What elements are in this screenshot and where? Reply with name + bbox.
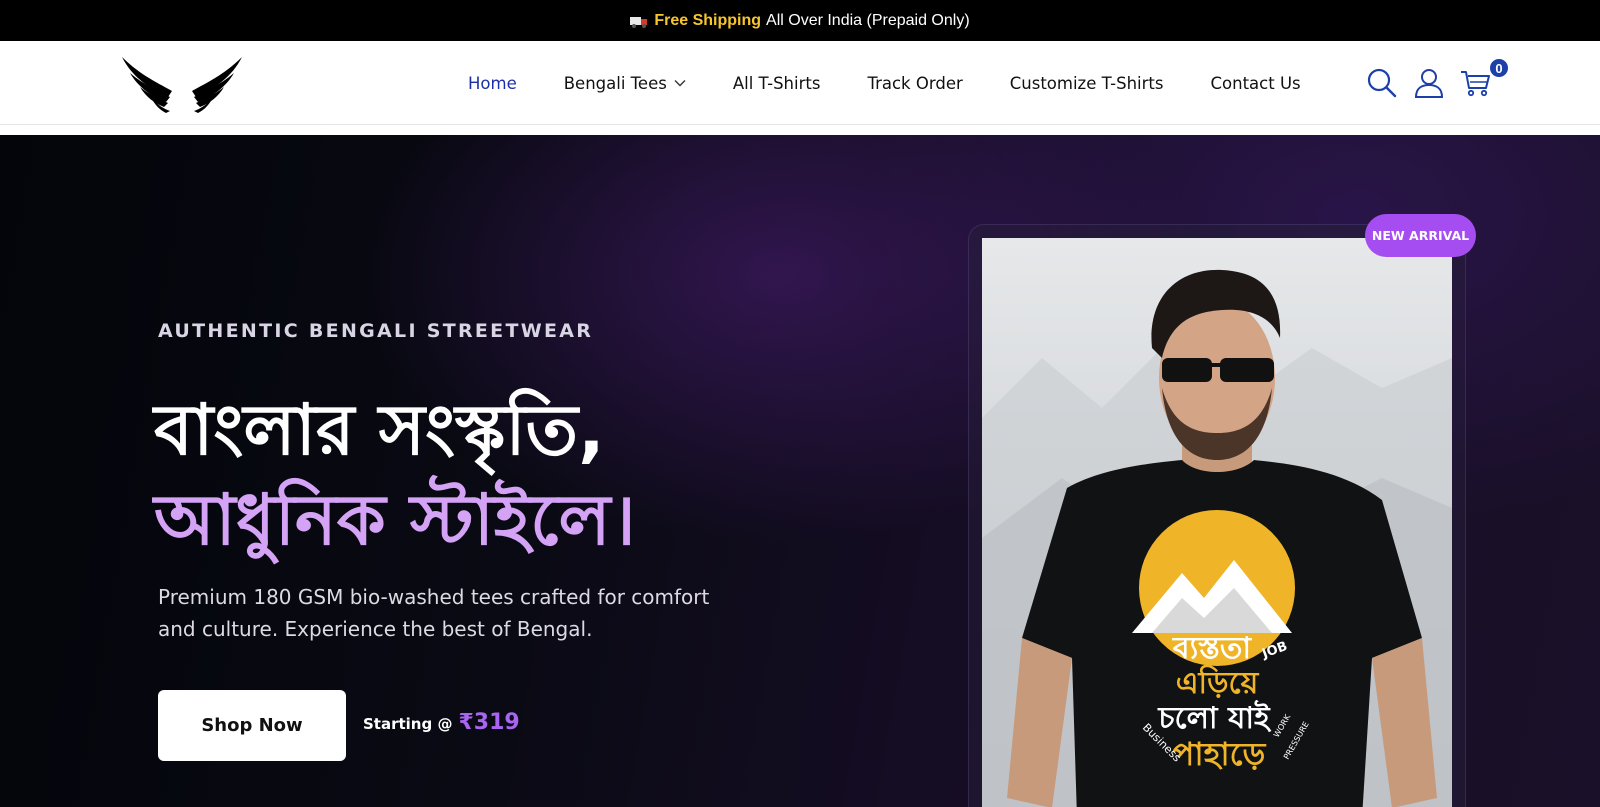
user-icon xyxy=(1414,69,1444,98)
product-photo[interactable]: ব্যস্ততা এড়িয়ে চলো যাই পাহাড়ে JOB Bus… xyxy=(982,238,1452,807)
cart-count-badge: 0 xyxy=(1488,57,1510,79)
search-button[interactable] xyxy=(1366,67,1398,99)
truck-icon xyxy=(630,16,648,28)
hero-description: Premium 180 GSM bio-washed tees crafted … xyxy=(158,585,710,641)
model-illustration: ব্যস্ততা এড়িয়ে চলো যাই পাহাড়ে JOB Bus… xyxy=(982,269,1452,807)
nav-track-order-label: Track Order xyxy=(867,73,963,93)
tee-text-line3: চলো যাই xyxy=(1157,700,1272,736)
shop-now-button[interactable]: Shop Now xyxy=(158,690,346,761)
chevron-down-icon xyxy=(674,80,686,87)
hero-eyebrow: AUTHENTIC BENGALI STREETWEAR xyxy=(158,320,594,342)
tee-text-line2: এড়িয়ে xyxy=(1176,664,1260,701)
tee-text-line1: ব্যস্ততা xyxy=(1172,631,1252,666)
nav-contact-us[interactable]: Contact Us xyxy=(1211,74,1301,93)
hero-section: AUTHENTIC BENGALI STREETWEAR বাংলার সংস্… xyxy=(0,135,1600,807)
free-shipping-text: Free Shipping xyxy=(654,11,762,29)
nav-home[interactable]: Home xyxy=(468,74,517,93)
price-label: Starting @ xyxy=(363,715,453,733)
nav-customize-tshirts-label: Customize T-Shirts xyxy=(1009,73,1164,93)
nav-all-tshirts[interactable]: All T-Shirts xyxy=(733,74,821,93)
nav-track-order[interactable]: Track Order xyxy=(867,74,962,93)
hero-headline: বাংলার সংস্কৃতি, আধুনিক স্টাইলে। xyxy=(154,385,794,565)
price-value: ₹319 xyxy=(458,710,520,735)
nav-home-label: Home xyxy=(468,73,517,93)
announcement-bar: Free Shipping All Over India (Prepaid On… xyxy=(0,0,1600,41)
hero-headline-line2: আধুনিক স্টাইলে। xyxy=(154,479,636,561)
nav-bengali-tees-label: Bengali Tees xyxy=(563,73,667,93)
new-arrival-badge: NEW ARRIVAL xyxy=(1365,214,1476,257)
cart-icon xyxy=(1461,71,1490,97)
tee-text-line4: পাহাড়ে xyxy=(1173,735,1267,773)
cart-button[interactable]: 0 xyxy=(1460,57,1510,99)
nav-contact-us-label: Contact Us xyxy=(1210,73,1301,93)
nav-all-tshirts-label: All T-Shirts xyxy=(732,73,821,93)
account-button[interactable] xyxy=(1413,67,1445,99)
site-header: Home Bengali Tees All T-Shirts Track Ord… xyxy=(0,41,1600,125)
search-icon xyxy=(1367,68,1397,98)
main-nav: Home Bengali Tees All T-Shirts Track Ord… xyxy=(468,41,1348,125)
starting-price: Starting @ ₹319 xyxy=(363,710,520,735)
nav-customize-tshirts[interactable]: Customize T-Shirts xyxy=(1010,74,1164,93)
hero-headline-line1: বাংলার সংস্কৃতি, xyxy=(154,389,605,471)
shipping-details-text: All Over India (Prepaid Only) xyxy=(766,11,970,29)
header-icons: 0 xyxy=(1366,41,1510,125)
nav-bengali-tees[interactable]: Bengali Tees xyxy=(564,74,686,93)
wings-logo[interactable] xyxy=(120,53,244,113)
